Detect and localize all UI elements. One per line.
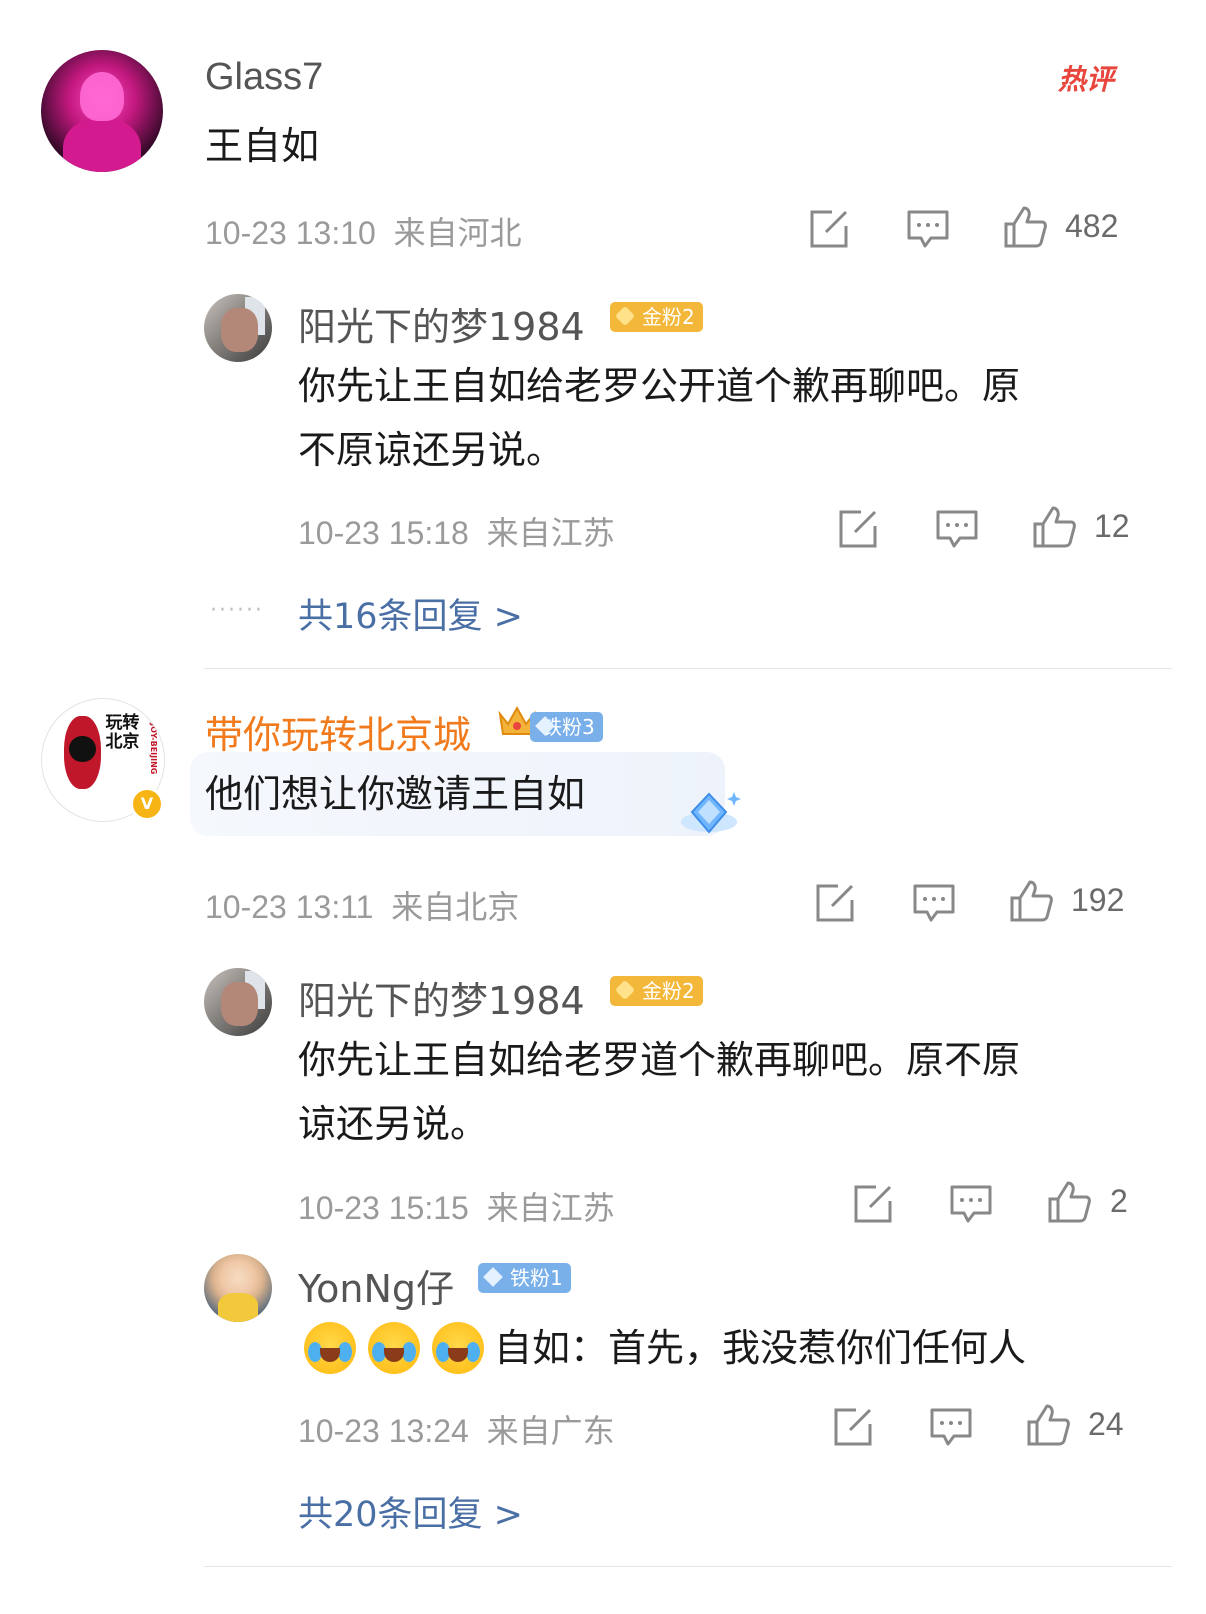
reply-meta: 10-23 15:15 来自江苏 bbox=[298, 1183, 615, 1229]
comment-icon[interactable] bbox=[911, 880, 957, 926]
reply-location: 来自江苏 bbox=[486, 515, 615, 551]
avatar-yonng[interactable] bbox=[204, 1254, 272, 1322]
reply-meta: 10-23 15:18 来自江苏 bbox=[298, 508, 615, 554]
reply-text-line1: 你先让王自如给老罗公开道个歉再聊吧。原 bbox=[298, 364, 1021, 408]
comment-icon[interactable] bbox=[928, 1404, 974, 1450]
avatar-yangguang[interactable] bbox=[204, 294, 272, 362]
like-count: 192 bbox=[1071, 882, 1125, 918]
laugh-cry-emoji bbox=[304, 1322, 356, 1374]
reply-text: 自如：首先，我没惹你们任何人 bbox=[494, 1326, 1027, 1370]
reply-text-line2: 谅还另说。 bbox=[298, 1102, 489, 1146]
share-icon[interactable] bbox=[812, 880, 858, 926]
username-beijing[interactable]: 带你玩转北京城 bbox=[205, 704, 471, 759]
avatar-logo-subtext: ENJOY-BEIJING bbox=[148, 711, 158, 775]
like-icon[interactable] bbox=[1002, 204, 1048, 250]
comment-meta: 10-23 13:10 来自河北 bbox=[205, 208, 522, 254]
reply-time: 10-23 13:24 bbox=[298, 1413, 469, 1449]
comment-text: 王自如 bbox=[205, 124, 320, 168]
fan-badge: 金粉2 bbox=[610, 976, 703, 1006]
avatar-yangguang[interactable] bbox=[204, 968, 272, 1036]
comment-text: 他们想让你邀请王自如 bbox=[205, 772, 586, 816]
comment-location: 来自北京 bbox=[391, 889, 520, 925]
comment-location: 来自河北 bbox=[393, 215, 522, 251]
username-yangguang[interactable]: 阳光下的梦1984 bbox=[298, 296, 585, 351]
comment-icon[interactable] bbox=[934, 506, 980, 552]
share-icon[interactable] bbox=[835, 506, 881, 552]
laugh-cry-emoji bbox=[368, 1322, 420, 1374]
more-dots: ······ bbox=[210, 598, 264, 623]
fan-badge: 金粉2 bbox=[610, 302, 703, 332]
reply-meta: 10-23 13:24 来自广东 bbox=[298, 1406, 615, 1452]
comment-time: 10-23 13:10 bbox=[205, 215, 376, 251]
reply-time: 10-23 15:15 bbox=[298, 1190, 469, 1226]
fan-badge: 铁粉1 bbox=[478, 1263, 571, 1293]
reply-text-line2: 不原谅还另说。 bbox=[298, 428, 565, 472]
hot-comment-badge: 热评 bbox=[1058, 63, 1115, 96]
comment-icon[interactable] bbox=[905, 206, 951, 252]
view-replies-link[interactable]: 共16条回复 > bbox=[298, 588, 523, 639]
avatar-logo-text: 玩转北京 bbox=[105, 712, 140, 752]
like-count: 2 bbox=[1110, 1183, 1128, 1219]
like-icon[interactable] bbox=[1025, 1402, 1071, 1448]
view-replies-link[interactable]: 共20条回复 > bbox=[298, 1486, 523, 1537]
reply-location: 来自广东 bbox=[486, 1413, 615, 1449]
like-count: 482 bbox=[1065, 208, 1119, 244]
like-icon[interactable] bbox=[1031, 504, 1077, 550]
username-yangguang[interactable]: 阳光下的梦1984 bbox=[298, 970, 585, 1025]
comment-icon[interactable] bbox=[948, 1181, 994, 1227]
share-icon[interactable] bbox=[850, 1181, 896, 1227]
thread-divider bbox=[204, 668, 1172, 669]
like-count: 24 bbox=[1088, 1406, 1124, 1442]
like-count: 12 bbox=[1094, 508, 1130, 544]
like-icon[interactable] bbox=[1046, 1179, 1092, 1225]
username-yonng[interactable]: YonNg仔 bbox=[298, 1258, 454, 1313]
share-icon[interactable] bbox=[830, 1404, 876, 1450]
reply-text-line1: 你先让王自如给老罗道个歉再聊吧。原不原 bbox=[298, 1038, 1021, 1082]
reply-time: 10-23 15:18 bbox=[298, 515, 469, 551]
like-icon[interactable] bbox=[1008, 878, 1054, 924]
thread-divider bbox=[204, 1566, 1172, 1567]
diamond-sticker-icon bbox=[676, 788, 742, 842]
share-icon[interactable] bbox=[806, 206, 852, 252]
comment-time: 10-23 13:11 bbox=[205, 889, 374, 925]
reply-location: 来自江苏 bbox=[486, 1190, 615, 1226]
avatar-glass7[interactable] bbox=[41, 50, 163, 172]
verified-icon: V bbox=[130, 787, 164, 821]
username-glass7[interactable]: Glass7 bbox=[205, 56, 323, 99]
laugh-cry-emoji bbox=[432, 1322, 484, 1374]
comment-meta: 10-23 13:11 来自北京 bbox=[205, 882, 519, 928]
fan-badge: 铁粉3 bbox=[530, 712, 603, 742]
